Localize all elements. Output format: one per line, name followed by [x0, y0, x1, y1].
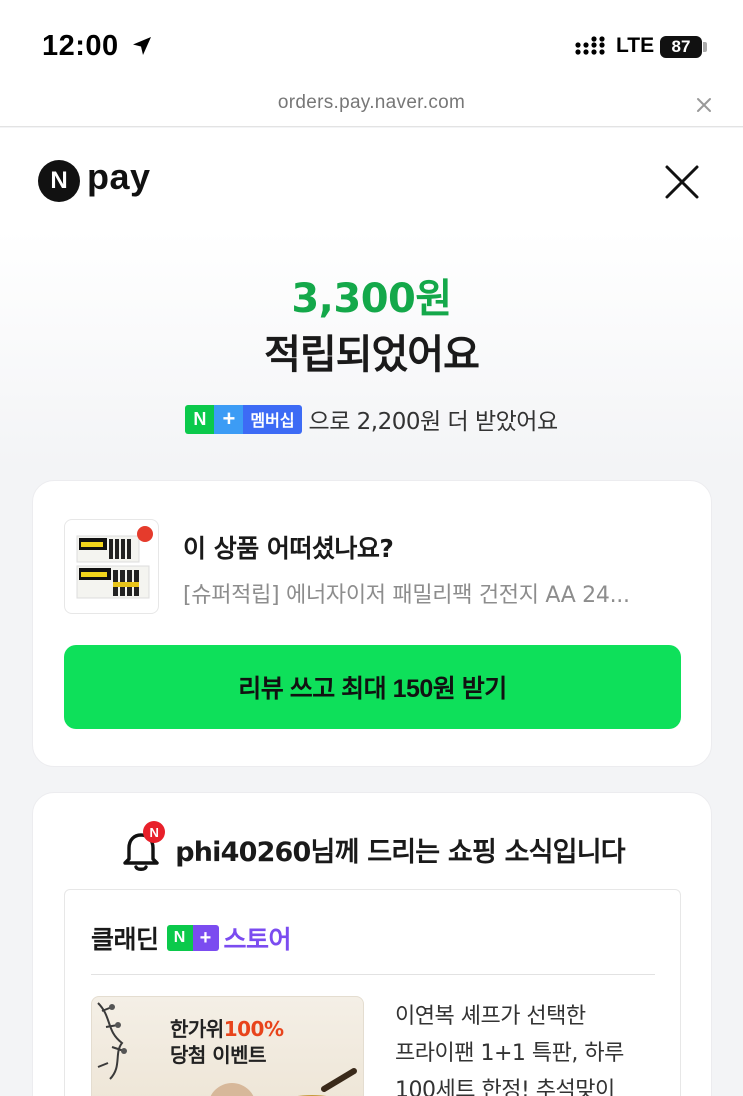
promo-title-highlight: 100%: [223, 1017, 284, 1041]
npay-logo: N pay: [38, 156, 151, 202]
review-card: 이 상품 어떠셨나요? [슈퍼적립] 에너자이저 패밀리팩 건전지 AA 24.…: [32, 480, 712, 767]
reward-message: 적립되었어요: [264, 332, 480, 378]
battery-indicator: 87: [660, 36, 702, 58]
review-question: 이 상품 어떠셨나요?: [183, 534, 394, 563]
promo-title-prefix: 한가위: [170, 1017, 224, 1041]
store-badge-plus: +: [192, 925, 219, 951]
battery-pack-image: [76, 526, 153, 599]
close-icon[interactable]: [664, 164, 700, 200]
store-label: 스토어: [223, 925, 292, 954]
store-name[interactable]: 클래딘: [91, 920, 159, 956]
store-header[interactable]: 클래딘 N + 스토어: [91, 920, 292, 956]
membership-line: N + 멤버십 으로 2,200원 더 받았어요: [0, 402, 743, 436]
url-bar[interactable]: orders.pay.naver.com: [0, 90, 743, 127]
promo-image-subtitle: 당첨 이벤트: [170, 1043, 266, 1067]
review-product-name[interactable]: [슈퍼적립] 에너자이저 패밀리팩 건전지 AA 24...: [183, 577, 683, 609]
status-time: 12:00: [42, 30, 119, 62]
close-tab-icon[interactable]: [696, 97, 712, 113]
news-title-row: N phi40260님께 드리는 쇼핑 소식입니다: [33, 821, 713, 871]
bell-icon: N: [121, 821, 166, 871]
npay-logo-mark: N: [38, 160, 80, 202]
news-title: phi40260님께 드리는 쇼핑 소식입니다: [175, 836, 625, 868]
promo-description[interactable]: 이연복 셰프가 선택한 프라이팬 1+1 특판, 하루 100세트 한정! 추석…: [395, 998, 655, 1096]
write-review-button[interactable]: 리뷰 쓰고 최대 150원 받기: [64, 645, 681, 729]
location-arrow-icon: [133, 37, 151, 55]
membership-badge-plus: +: [214, 404, 244, 434]
reward-amount: 3,300원: [291, 276, 452, 322]
store-badge-n: N: [166, 925, 193, 951]
divider: [91, 974, 655, 975]
membership-text: 으로 2,200원 더 받았어요: [308, 409, 559, 435]
shopping-news-card: N phi40260님께 드리는 쇼핑 소식입니다 클래딘 N + 스토어 한가…: [32, 792, 712, 1096]
npay-logo-word: pay: [87, 156, 151, 197]
store-promo-box[interactable]: 클래딘 N + 스토어 한가위100% 당첨 이벤트 이연복 셰프가 선택한 프…: [64, 889, 681, 1096]
membership-badge-n: N: [185, 404, 215, 434]
notification-badge: N: [143, 821, 166, 843]
signal-icon: [575, 36, 605, 55]
url-text[interactable]: orders.pay.naver.com: [0, 92, 743, 114]
battery-tip-icon: [703, 42, 707, 52]
promo-image-title: 한가위100%: [170, 1013, 284, 1042]
network-type: LTE: [616, 34, 655, 57]
membership-badge-label: 멤버십: [243, 404, 302, 434]
promo-image[interactable]: 한가위100% 당첨 이벤트: [91, 996, 364, 1096]
product-thumbnail[interactable]: [64, 519, 159, 614]
status-bar: 12:00 LTE 87: [0, 0, 743, 90]
